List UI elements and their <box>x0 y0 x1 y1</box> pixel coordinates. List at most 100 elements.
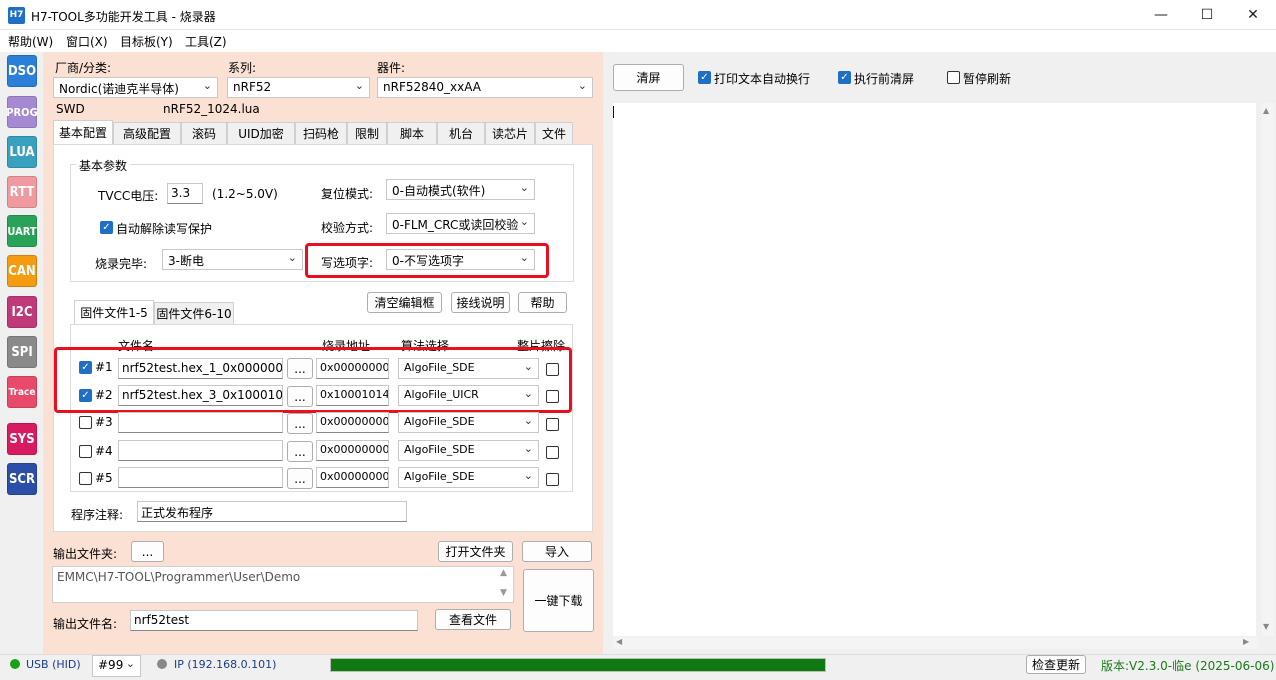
row4-address-input[interactable]: 0x00000000 <box>316 440 389 461</box>
note-input[interactable]: 正式发布程序 <box>137 501 407 522</box>
row3-algo-value: AlgoFile_SDE <box>404 415 475 428</box>
tab-machine[interactable]: 机台 <box>437 122 485 144</box>
row4-erase-checkbox[interactable] <box>546 446 559 459</box>
menu-help[interactable]: 帮助(W) <box>8 33 53 50</box>
row3-address-input[interactable]: 0x00000000 <box>316 412 389 433</box>
series-select[interactable]: nRF52 ⌄ <box>227 77 370 98</box>
option-byte-highlight <box>305 243 549 278</box>
row3-browse-button[interactable]: ... <box>287 413 313 434</box>
tab-file[interactable]: 文件 <box>535 122 573 144</box>
reset-mode-select[interactable]: 0-自动模式(软件) ⌄ <box>386 179 535 200</box>
progress-bar <box>330 658 826 672</box>
clear-before-run-checkbox[interactable]: ✓ <box>838 71 851 84</box>
wrap-text-checkbox[interactable]: ✓ <box>698 71 711 84</box>
import-button[interactable]: 导入 <box>522 541 592 562</box>
version-label: 版本:V2.3.0-临e (2025-06-06) <box>1101 659 1275 673</box>
row5-algo-select[interactable]: AlgoFile_SDE ⌄ <box>398 467 539 488</box>
row4-browse-button[interactable]: ... <box>287 441 313 462</box>
maximize-button[interactable]: ☐ <box>1184 0 1230 30</box>
row5-browse-button[interactable]: ... <box>287 468 313 489</box>
interface-label: SWD <box>56 102 85 116</box>
sidebar-dso-button[interactable]: DSO <box>7 55 37 87</box>
row4-checkbox[interactable] <box>79 445 92 458</box>
clear-editor-button[interactable]: 清空编辑框 <box>367 292 442 313</box>
log-output[interactable] <box>613 103 1256 636</box>
tab-basic-config[interactable]: 基本配置 <box>53 120 113 144</box>
clear-screen-button[interactable]: 清屏 <box>613 64 684 91</box>
tab-uid-encrypt[interactable]: UID加密 <box>227 122 295 144</box>
row3-file-input[interactable] <box>118 412 283 433</box>
app-icon: H7 <box>8 7 25 24</box>
tab-advanced-config[interactable]: 高级配置 <box>113 122 181 144</box>
scroll-left-arrow-icon[interactable]: ◀ <box>616 637 622 646</box>
row5-checkbox[interactable] <box>79 472 92 485</box>
sidebar-lua-button[interactable]: LUA <box>7 136 37 168</box>
window-title: H7-TOOL多功能开发工具 - 烧录器 <box>31 10 216 24</box>
vertical-scrollbar[interactable] <box>1262 103 1274 636</box>
row4-algo-value: AlgoFile_SDE <box>404 443 475 456</box>
verify-select[interactable]: 0-FLM_CRC或读回校验 ⌄ <box>386 213 535 234</box>
sidebar-uart-button[interactable]: UART <box>7 215 37 247</box>
sidebar-can-button[interactable]: CAN <box>7 255 37 287</box>
row3-algo-select[interactable]: AlgoFile_SDE ⌄ <box>398 412 539 433</box>
output-folder-browse-button[interactable]: ... <box>131 541 164 562</box>
device-number-select[interactable]: #99 ⌄ <box>92 655 141 677</box>
row4-file-input[interactable] <box>118 440 283 461</box>
device-select[interactable]: nRF52840_xxAA ⌄ <box>377 77 593 98</box>
row3-checkbox[interactable] <box>79 416 92 429</box>
wiring-button[interactable]: 接线说明 <box>451 292 510 313</box>
pause-refresh-checkbox[interactable] <box>947 71 960 84</box>
tab-rolling-code[interactable]: 滚码 <box>181 122 227 144</box>
scroll-down-arrow-icon[interactable]: ▼ <box>1263 622 1269 631</box>
tab-firmware-1-5[interactable]: 固件文件1-5 <box>74 300 154 324</box>
close-button[interactable]: ✕ <box>1230 0 1276 30</box>
sidebar-scr-button[interactable]: SCR <box>7 463 37 495</box>
auto-unlock-checkbox[interactable]: ✓ <box>100 221 113 234</box>
scroll-down-icon[interactable]: ▼ <box>500 588 507 598</box>
row5-address-input[interactable]: 0x00000000 <box>316 467 389 488</box>
tab-scanner[interactable]: 扫码枪 <box>295 122 347 144</box>
row5-file-input[interactable] <box>118 467 283 488</box>
sidebar-sys-button[interactable]: SYS <box>7 423 37 455</box>
row5-erase-checkbox[interactable] <box>546 473 559 486</box>
one-click-download-button[interactable]: 一键下载 <box>523 569 594 632</box>
scroll-up-icon[interactable]: ▲ <box>500 568 507 578</box>
output-filename-input[interactable]: nrf52test <box>130 610 418 631</box>
verify-label: 校验方式: <box>321 221 374 235</box>
chevron-down-icon: ⌄ <box>577 79 587 92</box>
finish-label: 烧录完毕: <box>95 257 148 271</box>
pause-refresh-label: 暂停刷新 <box>963 72 1012 86</box>
chevron-down-icon: ⌄ <box>523 442 533 455</box>
sidebar-spi-button[interactable]: SPI <box>7 336 37 368</box>
minimize-button[interactable]: — <box>1138 0 1184 30</box>
sidebar-rtt-button[interactable]: RTT <box>7 176 37 208</box>
tab-limit[interactable]: 限制 <box>347 122 387 144</box>
tab-firmware-6-10[interactable]: 固件文件6-10 <box>154 302 234 324</box>
menu-tools[interactable]: 工具(Z) <box>185 33 227 50</box>
tab-script[interactable]: 脚本 <box>387 122 437 144</box>
menu-window[interactable]: 窗口(X) <box>66 33 108 50</box>
tvcc-input[interactable]: 3.3 <box>167 183 203 204</box>
open-folder-button[interactable]: 打开文件夹 <box>438 541 513 562</box>
view-file-button[interactable]: 查看文件 <box>435 609 511 630</box>
sidebar-trace-button[interactable]: Trace <box>7 376 37 408</box>
output-folder-label: 输出文件夹: <box>53 547 118 561</box>
finish-select[interactable]: 3-断电 ⌄ <box>162 249 303 270</box>
menu-target[interactable]: 目标板(Y) <box>120 33 173 50</box>
sidebar-i2c-button[interactable]: I2C <box>7 296 37 328</box>
reset-mode-label: 复位模式: <box>321 187 374 201</box>
vendor-select[interactable]: Nordic(诺迪克半导体) ⌄ <box>53 77 218 98</box>
sidebar-prog-button[interactable]: PROG <box>6 96 38 128</box>
output-path-text: EMMC\H7-TOOL\Programmer\User\Demo <box>57 570 301 584</box>
row3-erase-checkbox[interactable] <box>546 418 559 431</box>
row4-algo-select[interactable]: AlgoFile_SDE ⌄ <box>398 440 539 461</box>
scroll-up-arrow-icon[interactable]: ▲ <box>1263 106 1269 115</box>
usb-status-icon <box>10 659 20 669</box>
tab-read-chip[interactable]: 读芯片 <box>485 122 535 144</box>
scroll-right-arrow-icon[interactable]: ▶ <box>1243 637 1249 646</box>
help-button[interactable]: 帮助 <box>518 292 567 313</box>
finish-value: 3-断电 <box>168 254 204 268</box>
check-update-button[interactable]: 检查更新 <box>1026 655 1086 674</box>
horizontal-scrollbar[interactable] <box>613 637 1258 649</box>
auto-unlock-label: 自动解除读写保护 <box>116 222 213 236</box>
